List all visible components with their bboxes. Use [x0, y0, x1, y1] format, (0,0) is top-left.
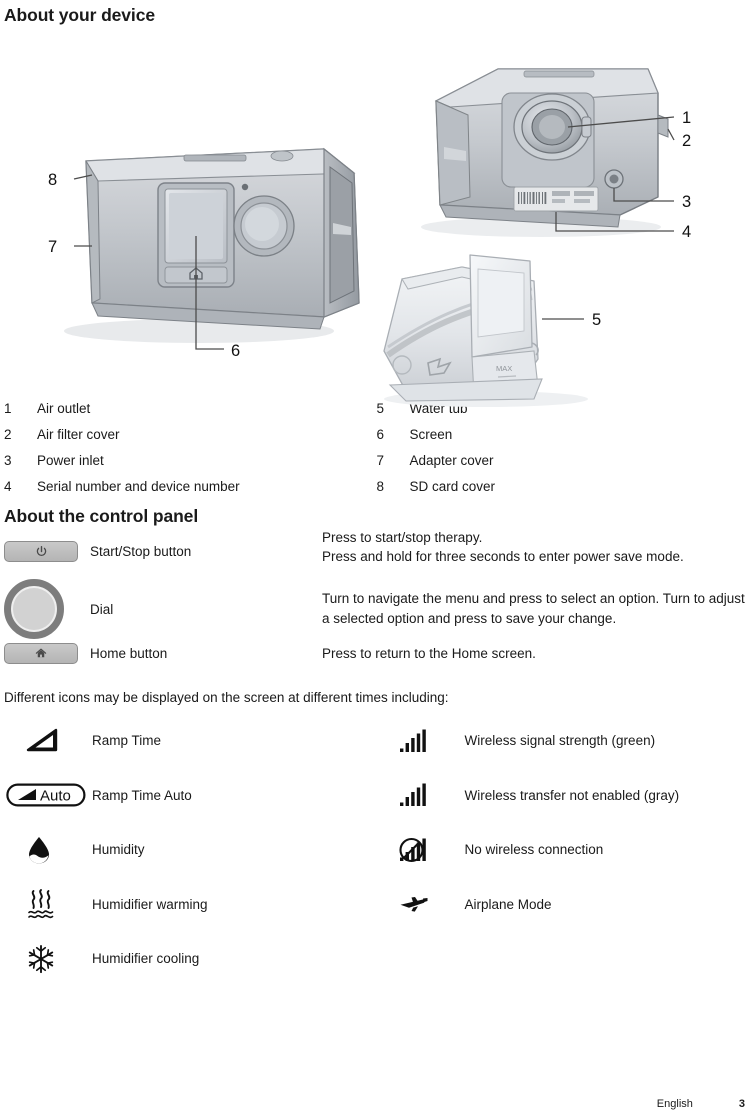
start-stop-button-label: Start/Stop button — [90, 543, 192, 559]
part-label: SD card cover — [409, 478, 496, 494]
part-number: 6 — [376, 426, 385, 442]
callout-4: 4 — [682, 223, 691, 241]
wireless-not-enabled-icon — [377, 782, 465, 808]
part-number: 4 — [4, 478, 12, 494]
footer-page-number: 3 — [738, 1098, 745, 1110]
dial-label: Dial — [90, 601, 114, 617]
start-stop-button-description: Press to start/stop therapy. Press and h… — [322, 529, 684, 565]
device-figures: 8 7 6 1 2 3 4 MAX 5 — [4, 27, 749, 407]
legend-item-humidity: Humidity — [4, 822, 377, 877]
power-icon — [4, 540, 78, 562]
callout-1: 1 — [682, 109, 691, 127]
control-panel-table: Start/Stop button Press to start/stop th… — [4, 528, 749, 665]
legend-label: No wireless connection — [464, 842, 604, 858]
part-list-item: 3 Power inlet — [4, 453, 377, 479]
control-panel-row-dial: Dial Turn to navigate the menu and press… — [4, 575, 749, 643]
screen-icons-intro: Different icons may be displayed on the … — [4, 690, 449, 706]
dial-icon — [4, 579, 64, 640]
legend-item-ramp-time-auto: Auto Ramp Time Auto — [4, 768, 377, 823]
part-list-item: 8 SD card cover — [377, 479, 750, 505]
part-label: Adapter cover — [409, 452, 494, 468]
callout-3: 3 — [682, 193, 691, 211]
home-icon — [4, 643, 78, 665]
legend-item-ramp-time: Ramp Time — [4, 713, 377, 768]
dial-description: Turn to navigate the menu and press to s… — [322, 591, 745, 627]
device-front-view: 8 7 6 — [24, 131, 384, 386]
footer-language: English — [656, 1098, 693, 1110]
page-title: About your device — [4, 5, 155, 25]
legend-item-no-wireless-connection: No wireless connection — [377, 822, 750, 877]
humidity-icon — [4, 835, 92, 865]
tub-max-marking: MAX — [496, 364, 512, 373]
start-stop-button-graphic-cell — [4, 528, 90, 576]
part-number: 8 — [376, 478, 385, 494]
home-button-graphic-cell — [4, 643, 90, 665]
screen-icons-left-column: Ramp Time Auto Ramp Time Auto Humidity H… — [4, 713, 377, 986]
part-list-item: 2 Air filter cover — [4, 427, 377, 453]
ramp-auto-badge-text: Auto — [40, 788, 71, 805]
screen-icons-legend: Ramp Time Auto Ramp Time Auto Humidity H… — [4, 713, 749, 986]
part-list-item: 6 Screen — [377, 427, 750, 453]
legend-label: Humidifier warming — [92, 896, 208, 912]
part-label: Power inlet — [37, 452, 104, 468]
control-panel-row-home: Home button Press to return to the Home … — [4, 643, 749, 665]
part-label: Air outlet — [37, 400, 91, 416]
airplane-mode-icon — [377, 891, 465, 917]
legend-label: Ramp Time Auto — [92, 787, 192, 803]
legend-label: Wireless transfer not enabled (gray) — [464, 787, 680, 803]
water-tub-view: MAX 5 — [366, 239, 626, 424]
page-footer: English 3 — [0, 1098, 753, 1110]
legend-label: Ramp Time — [92, 733, 162, 749]
callout-8: 8 — [48, 171, 57, 189]
screen-icons-right-column: Wireless signal strength (green) Wireles… — [377, 713, 750, 986]
part-list-item: 7 Adapter cover — [377, 453, 750, 479]
callout-7: 7 — [48, 238, 57, 256]
control-panel-heading: About the control panel — [4, 505, 199, 526]
part-number: 7 — [376, 452, 385, 468]
ramp-time-auto-icon: Auto — [4, 783, 92, 807]
part-label: Screen — [409, 426, 453, 442]
humidifier-cooling-icon — [4, 943, 92, 975]
parts-list-left-column: 1 Air outlet 2 Air filter cover 3 Power … — [4, 401, 377, 505]
part-label: Air filter cover — [37, 426, 120, 442]
part-label: Serial number and device number — [37, 478, 240, 494]
legend-label: Humidifier cooling — [92, 951, 200, 967]
part-number: 2 — [4, 426, 12, 442]
legend-item-airplane-mode: Airplane Mode — [377, 877, 750, 932]
legend-item-wireless-not-enabled: Wireless transfer not enabled (gray) — [377, 768, 750, 823]
document-page: About your device 8 7 6 1 2 3 4 MAX 5 1 … — [0, 4, 753, 1120]
legend-label: Wireless signal strength (green) — [464, 733, 656, 749]
callout-6: 6 — [231, 342, 240, 360]
legend-label: Airplane Mode — [464, 896, 552, 912]
part-number: 1 — [4, 400, 12, 416]
legend-item-wireless-signal-strength: Wireless signal strength (green) — [377, 713, 750, 768]
home-button-label: Home button — [90, 646, 168, 662]
part-number: 3 — [4, 452, 12, 468]
home-button-description: Press to return to the Home screen. — [322, 645, 536, 661]
wireless-signal-strength-icon — [377, 728, 465, 754]
callout-5: 5 — [592, 311, 601, 329]
dial-graphic-cell — [4, 575, 90, 643]
control-panel-row-start-stop: Start/Stop button Press to start/stop th… — [4, 528, 749, 576]
part-list-item: 4 Serial number and device number — [4, 479, 377, 505]
ramp-time-icon — [4, 728, 92, 754]
humidifier-warming-icon — [4, 887, 92, 921]
legend-item-humidifier-cooling: Humidifier cooling — [4, 931, 377, 986]
no-wireless-connection-icon — [377, 837, 465, 863]
part-list-item: 1 Air outlet — [4, 401, 377, 427]
legend-label: Humidity — [92, 842, 145, 858]
callout-2: 2 — [682, 132, 691, 150]
legend-item-humidifier-warming: Humidifier warming — [4, 877, 377, 932]
